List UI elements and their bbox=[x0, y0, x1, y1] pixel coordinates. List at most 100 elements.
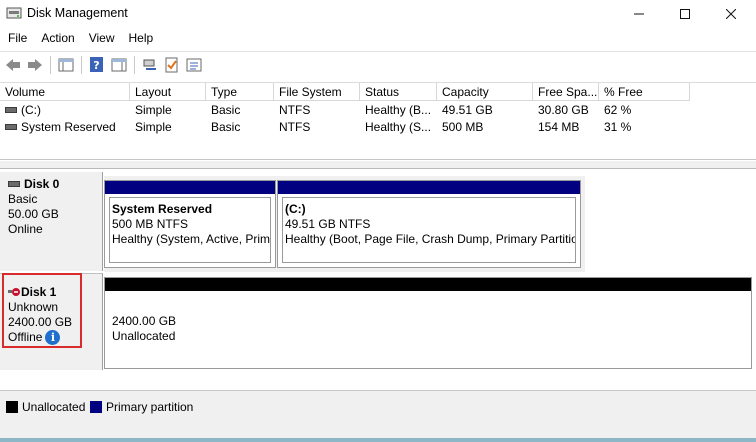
status-cell: Healthy (S... bbox=[365, 120, 432, 134]
toolbar-separator bbox=[81, 55, 82, 74]
partition-info: System Reserved 500 MB NTFS Healthy (Sys… bbox=[109, 197, 271, 263]
close-button[interactable] bbox=[708, 0, 753, 28]
volume-row[interactable]: System Reserved Simple Basic NTFS Health… bbox=[0, 119, 690, 136]
partition-c-drive[interactable]: (C:) 49.51 GB NTFS Healthy (Boot, Page F… bbox=[277, 180, 581, 268]
action-pane-icon bbox=[111, 58, 127, 71]
column-header-status[interactable]: Status bbox=[360, 83, 437, 101]
column-header-free-space[interactable]: Free Spa... bbox=[533, 83, 599, 101]
status-cell: Healthy (B... bbox=[365, 103, 432, 117]
disk-view: Disk 0 Basic 50.00 GB Online System Rese… bbox=[0, 170, 756, 370]
capacity-cell: 49.51 GB bbox=[442, 103, 493, 117]
volume-name: System Reserved bbox=[21, 120, 116, 134]
volume-list: Volume Layout Type File System Status Ca… bbox=[0, 82, 756, 160]
toolbar: ? bbox=[0, 51, 756, 77]
legend-label: Primary partition bbox=[106, 400, 194, 414]
partition-system-reserved[interactable]: System Reserved 500 MB NTFS Healthy (Sys… bbox=[104, 180, 276, 268]
volume-cell: System Reserved bbox=[5, 119, 129, 136]
partition-name: System Reserved bbox=[112, 202, 213, 216]
legend-swatch bbox=[6, 401, 18, 413]
file-system-cell: NTFS bbox=[279, 120, 311, 134]
connect-icon bbox=[143, 59, 156, 70]
free-space-cell: 154 MB bbox=[538, 120, 580, 134]
percent-free-cell: 31 % bbox=[604, 120, 632, 134]
layout-cell: Simple bbox=[135, 120, 172, 134]
layout-cell: Simple bbox=[135, 103, 172, 117]
drive-icon bbox=[5, 123, 17, 130]
unallocated-info: 2400.00 GB Unallocated bbox=[112, 314, 176, 344]
type-cell: Basic bbox=[211, 103, 241, 117]
legend-label: Unallocated bbox=[22, 400, 86, 414]
menu-help[interactable]: Help bbox=[122, 28, 161, 49]
help-button[interactable]: ? bbox=[86, 54, 108, 76]
primary-partition-bar bbox=[105, 181, 275, 194]
console-tree-icon bbox=[58, 58, 74, 71]
volume-cell: (C:) bbox=[5, 102, 129, 119]
connect-button[interactable] bbox=[139, 54, 161, 76]
disk-state: Online bbox=[8, 222, 43, 236]
maximize-button[interactable] bbox=[662, 0, 707, 28]
toolbar-separator bbox=[134, 55, 135, 74]
unallocated-bar bbox=[105, 278, 751, 291]
forward-button[interactable] bbox=[24, 54, 46, 76]
column-header-capacity[interactable]: Capacity bbox=[437, 83, 533, 101]
disk-1-highlight bbox=[2, 273, 82, 348]
unallocated-space[interactable]: 2400.00 GB Unallocated bbox=[104, 277, 752, 369]
percent-free-cell: 62 % bbox=[604, 103, 632, 117]
check-button[interactable] bbox=[161, 54, 183, 76]
minimize-icon bbox=[633, 13, 644, 15]
disk-0-label[interactable]: Disk 0 Basic 50.00 GB Online bbox=[0, 172, 103, 271]
maximize-icon bbox=[679, 9, 690, 19]
legend-unallocated: Unallocated bbox=[6, 400, 85, 414]
partition-size: 500 MB NTFS bbox=[112, 217, 189, 231]
toolbar-separator bbox=[50, 55, 51, 74]
help-icon: ? bbox=[90, 56, 103, 72]
window-title: Disk Management bbox=[27, 6, 128, 20]
menu-file[interactable]: File bbox=[0, 28, 34, 49]
partition-info: (C:) 49.51 GB NTFS Healthy (Boot, Page F… bbox=[282, 197, 576, 263]
column-header-layout[interactable]: Layout bbox=[130, 83, 206, 101]
column-header-volume[interactable]: Volume bbox=[0, 83, 130, 101]
legend-swatch bbox=[90, 401, 102, 413]
minimize-button[interactable] bbox=[616, 0, 661, 28]
check-icon bbox=[165, 57, 178, 72]
file-system-cell: NTFS bbox=[279, 103, 311, 117]
disk-icon bbox=[8, 180, 20, 187]
menu-action[interactable]: Action bbox=[34, 28, 81, 49]
disk-size: 50.00 GB bbox=[8, 207, 59, 221]
unallocated-label: Unallocated bbox=[112, 329, 176, 343]
disk-management-icon bbox=[6, 7, 22, 19]
back-icon bbox=[6, 58, 20, 71]
volume-list-header: Volume Layout Type File System Status Ca… bbox=[0, 83, 756, 101]
window-bottom-edge bbox=[0, 438, 756, 442]
console-tree-button[interactable] bbox=[55, 54, 77, 76]
properties-icon bbox=[186, 58, 202, 71]
close-icon bbox=[725, 9, 736, 19]
legend-primary-partition: Primary partition bbox=[90, 400, 193, 414]
column-header-file-system[interactable]: File System bbox=[274, 83, 360, 101]
title-bar: Disk Management bbox=[0, 0, 756, 28]
action-pane-button[interactable] bbox=[108, 54, 130, 76]
disk-name: Disk 0 bbox=[24, 177, 60, 191]
pane-splitter[interactable] bbox=[0, 161, 756, 169]
partition-name: (C:) bbox=[285, 202, 306, 216]
partition-status: Healthy (System, Active, Primary Partiti… bbox=[112, 232, 271, 246]
column-header-type[interactable]: Type bbox=[206, 83, 274, 101]
type-cell: Basic bbox=[211, 120, 241, 134]
capacity-cell: 500 MB bbox=[442, 120, 484, 134]
partition-status: Healthy (Boot, Page File, Crash Dump, Pr… bbox=[285, 232, 576, 246]
back-button[interactable] bbox=[2, 54, 24, 76]
disk-type: Basic bbox=[8, 192, 38, 206]
svg-text:?: ? bbox=[93, 59, 99, 72]
menu-view[interactable]: View bbox=[82, 28, 122, 49]
properties-button[interactable] bbox=[183, 54, 205, 76]
column-header-percent-free[interactable]: % Free bbox=[599, 83, 690, 101]
legend: Unallocated Primary partition bbox=[0, 390, 756, 442]
unallocated-size: 2400.00 GB bbox=[112, 314, 177, 328]
menu-bar: File Action View Help bbox=[0, 28, 756, 49]
drive-icon bbox=[5, 106, 17, 113]
partition-size: 49.51 GB NTFS bbox=[285, 217, 371, 231]
primary-partition-bar bbox=[278, 181, 580, 194]
volume-row[interactable]: (C:) Simple Basic NTFS Healthy (B... 49.… bbox=[0, 102, 690, 119]
free-space-cell: 30.80 GB bbox=[538, 103, 589, 117]
volume-name: (C:) bbox=[21, 103, 41, 117]
